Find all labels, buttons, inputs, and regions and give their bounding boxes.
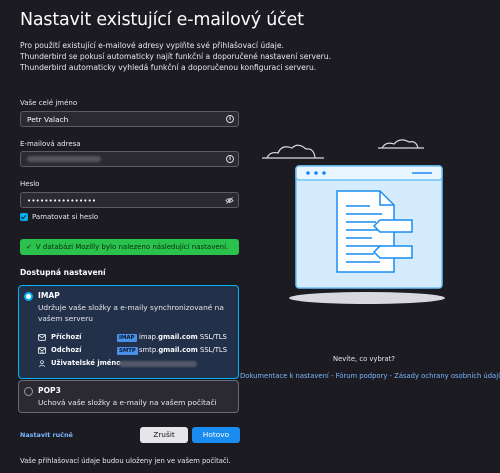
incoming-label: Příchozí [51, 333, 82, 341]
intro-text: Pro použití existující e-mailové adresy … [20, 40, 331, 73]
manual-config-link[interactable]: Nastavit ručně [20, 431, 73, 439]
cloud-icon [262, 144, 324, 159]
checkbox-checked-icon[interactable] [20, 213, 28, 221]
email-value-redacted [27, 156, 101, 162]
footnote: Vaše přihlašovací údaje budou uloženy je… [20, 457, 231, 465]
intro-line-2: Thunderbird se pokusí automaticky najít … [20, 52, 332, 61]
pop3-option[interactable]: POP3 Uchová vaše složky a e-maily na vaš… [18, 380, 239, 413]
radio-unselected-icon[interactable] [24, 387, 33, 396]
imap-title: IMAP [38, 291, 60, 300]
username-row: Uživatelské jméno [38, 359, 121, 367]
success-notification: ✓ V databázi Mozilly bylo nalezeno násled… [20, 239, 239, 255]
envelope-send-icon [38, 346, 46, 354]
username-value-redacted [119, 361, 197, 367]
info-icon[interactable]: i [226, 115, 234, 123]
success-text: V databázi Mozilly bylo nalezeno následu… [35, 243, 229, 251]
info-icon[interactable]: i [226, 155, 234, 163]
incoming-host-prefix: imap. [139, 333, 159, 341]
radio-selected-icon[interactable] [24, 292, 33, 301]
username-label: Uživatelské jméno [51, 359, 121, 367]
imap-description-line-2: vašem serveru [38, 314, 93, 323]
email-label: E-mailová adresa [20, 140, 81, 148]
outgoing-server: smtp.gmail.com SSL/TLS [139, 346, 227, 354]
done-button[interactable]: Hotovo [192, 427, 240, 443]
page-title: Nastavit existující e-mailový účet [20, 10, 304, 30]
user-icon [38, 359, 46, 367]
outgoing-host-domain: gmail.com [158, 346, 198, 354]
cloud-icon [378, 139, 424, 149]
forum-link[interactable]: Fórum podpory [336, 372, 388, 380]
name-label: Vaše celé jméno [20, 99, 78, 107]
pop3-description: Uchová vaše složky a e-maily na vašem po… [38, 398, 217, 407]
privacy-link[interactable]: Zásady ochrany osobních údajů [394, 372, 500, 380]
name-field[interactable]: Petr Valach i [20, 111, 239, 127]
envelope-icon [38, 333, 46, 341]
imap-option[interactable]: IMAP Udržuje vaše složky a e-maily synch… [18, 285, 239, 379]
pop3-title: POP3 [38, 386, 61, 395]
name-value: Petr Valach [27, 115, 69, 124]
document-illustration [262, 139, 445, 304]
intro-line-3: Thunderbird automaticky vyhledá funkční … [20, 63, 317, 72]
available-configs-title: Dostupná nastavení [20, 268, 106, 277]
password-value: •••••••••••••••• [27, 197, 97, 205]
link-separator: - [328, 372, 336, 380]
imap-tag: IMAP [117, 334, 137, 342]
remember-password-checkbox[interactable]: Pamatovat si heslo [20, 213, 98, 221]
smtp-tag: SMTP [117, 347, 138, 355]
help-question: Nevíte, co vybrat? [333, 355, 395, 363]
password-field[interactable]: •••••••••••••••• [20, 192, 239, 208]
checkmark-icon: ✓ [26, 243, 32, 251]
email-field[interactable]: i [20, 151, 239, 167]
help-links: Dokumentace k nastavení - Fórum podpory … [240, 372, 500, 380]
eye-slash-icon[interactable] [225, 196, 234, 205]
incoming-host-domain: gmail.com [158, 333, 198, 341]
outgoing-row: Odchozí [38, 346, 81, 354]
cancel-button[interactable]: Zrušit [140, 427, 188, 443]
remember-password-label: Pamatovat si heslo [32, 213, 99, 221]
password-label: Heslo [20, 180, 40, 188]
docs-link[interactable]: Dokumentace k nastavení [240, 372, 329, 380]
outgoing-security: SSL/TLS [200, 346, 228, 354]
intro-line-1: Pro použití existující e-mailové adresy … [20, 41, 284, 50]
outgoing-host-prefix: smtp. [139, 346, 159, 354]
incoming-server: imap.gmail.com SSL/TLS [139, 333, 227, 341]
incoming-row: Příchozí [38, 333, 82, 341]
imap-description-line-1: Udržuje vaše složky a e-maily synchroniz… [38, 303, 224, 312]
outgoing-label: Odchozí [51, 346, 82, 354]
incoming-security: SSL/TLS [199, 333, 227, 341]
